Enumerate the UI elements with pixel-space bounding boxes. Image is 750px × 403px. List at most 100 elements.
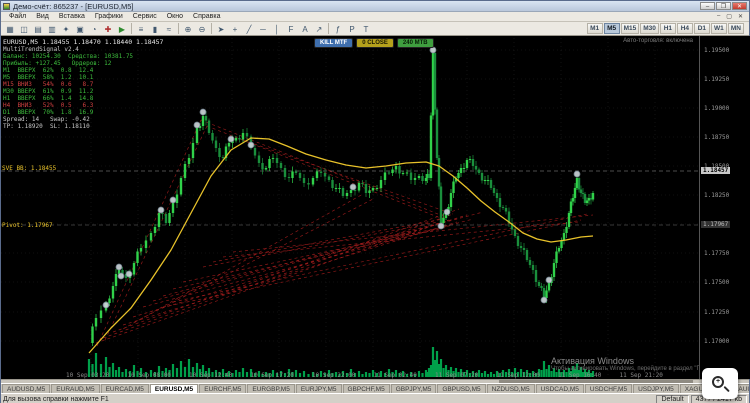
timeframe-m30[interactable]: M30	[640, 23, 659, 34]
candle-body	[91, 326, 94, 343]
ea-info-line-6: M30 ВВЕРХ 61% 0.9 11.2	[3, 88, 94, 95]
candles-chart-icon[interactable]: ▮	[148, 23, 162, 35]
timeframe-h1[interactable]: H1	[659, 23, 676, 34]
candle-body	[338, 188, 341, 189]
timeframe-m5[interactable]: M5	[603, 23, 620, 34]
fibo-icon[interactable]: F	[284, 23, 298, 35]
bars-chart-icon[interactable]: ≡	[134, 23, 148, 35]
candle-body	[195, 128, 199, 143]
chart-tab-7[interactable]: GBPCHF,M5	[342, 384, 390, 393]
close-button[interactable]: ✕	[732, 2, 747, 10]
candle-body	[483, 180, 487, 181]
status-bar: Для вызова справки нажмите F1 Default 43…	[1, 393, 749, 403]
candle-body	[364, 184, 368, 193]
window-controls: – ❐ ✕	[700, 2, 747, 10]
minimize-button[interactable]: –	[700, 2, 715, 10]
chart-tab-11[interactable]: USDCAD,M5	[535, 384, 584, 393]
chart-tab-2[interactable]: EURCAD,M5	[100, 384, 149, 393]
ea-info-line-9: D1 ВВЕРХ 70% 1.8 16.9	[3, 109, 94, 116]
periods-icon[interactable]: P	[345, 23, 359, 35]
candle-body	[315, 171, 319, 178]
toolbar-icons: ▦ ◫ ▤ ▥ ✦ ▣ ◔ ✚ ▶ ≡ ▮ ≈ ⊕ ⊖ ➤ + ╱ ─ │ F A ↗ ƒ P T	[3, 23, 373, 35]
terminal-icon[interactable]: ▣	[73, 23, 87, 35]
chart-tab-3[interactable]: EURUSD,M5	[149, 384, 199, 393]
navigator-icon[interactable]: ✦	[59, 23, 73, 35]
candle-body	[298, 173, 302, 178]
menu-item-3[interactable]: Графики	[90, 13, 128, 20]
candle-body	[201, 116, 205, 126]
timeframe-d1[interactable]: D1	[693, 23, 710, 34]
hline-icon[interactable]: ─	[256, 23, 270, 35]
price-tick-7: 1.17750	[704, 249, 730, 257]
timeframe-mn[interactable]: MN	[727, 23, 744, 34]
menu-item-4[interactable]: Сервис	[128, 13, 162, 20]
time-label-1: 10 Sep 08:00	[127, 372, 171, 379]
horizontal-scrollbar[interactable]	[1, 379, 749, 383]
chart-tab-6[interactable]: EURJPY,M5	[295, 384, 342, 393]
arrow-icon[interactable]: ↗	[312, 23, 326, 35]
candle-body	[311, 178, 315, 185]
ea-button-2[interactable]: 240 MTB	[396, 38, 434, 48]
magnifier-overlay-icon[interactable]: +	[702, 368, 738, 399]
menu-item-6[interactable]: Справка	[188, 13, 225, 20]
market-watch-icon[interactable]: ▤	[31, 23, 45, 35]
ea-button-0[interactable]: KILL MTF	[314, 38, 354, 48]
indicators-icon[interactable]: ƒ	[331, 23, 345, 35]
candle-body	[245, 133, 249, 137]
maximize-button[interactable]: ❐	[716, 2, 731, 10]
line-chart-icon[interactable]: ≈	[162, 23, 176, 35]
chart-tab-12[interactable]: USDCHF,M5	[584, 384, 633, 393]
candle-body	[522, 248, 526, 250]
chart-tab-9[interactable]: GBPUSD,M5	[437, 384, 486, 393]
templates-icon[interactable]: T	[359, 23, 373, 35]
menu-item-1[interactable]: Вид	[31, 13, 54, 20]
ea-info-line-11: TP: 1.18920 SL: 1.18110	[3, 123, 90, 130]
menu-item-2[interactable]: Вставка	[54, 13, 90, 20]
candle-body	[157, 213, 161, 227]
current-price-label: 1.18457	[701, 167, 731, 174]
text-label-icon[interactable]: A	[298, 23, 312, 35]
chart-window-control-0[interactable]: –	[714, 13, 723, 20]
timeframe-m15[interactable]: M15	[620, 23, 640, 34]
price-tick-8: 1.17500	[704, 278, 730, 286]
chart-tab-8[interactable]: GBPJPY,M5	[390, 384, 437, 393]
candle-body	[349, 190, 353, 193]
data-window-icon[interactable]: ▥	[45, 23, 59, 35]
crosshair-icon[interactable]: +	[228, 23, 242, 35]
chart-tab-4[interactable]: EURCHF,M5	[199, 384, 247, 393]
price-scale[interactable]: 1.19500 1.19250 1.19000 1.18750 1.18500 1.182…	[699, 36, 750, 379]
profiles-icon[interactable]: ◫	[17, 23, 31, 35]
ea-info-line-8: H4 ВНИЗ 52% 0.5 6.3	[3, 102, 94, 109]
chart-tab-5[interactable]: EURGBP,M5	[247, 384, 295, 393]
chart-tab-10[interactable]: NZDUSD,M5	[486, 384, 535, 393]
chart-area[interactable]: EURUSD,M5 1.18455 1.18470 1.18440 1.1845…	[1, 36, 750, 379]
new-chart-icon[interactable]: ▦	[3, 23, 17, 35]
strategy-tester-icon[interactable]: ◔	[87, 23, 101, 35]
vline-icon[interactable]: │	[270, 23, 284, 35]
trendline-icon[interactable]: ╱	[242, 23, 256, 35]
signal-marker	[193, 121, 201, 129]
candle-body	[271, 158, 275, 159]
ea-button-1[interactable]: 0 CLOSE	[356, 38, 394, 48]
scrollbar-thumb[interactable]	[499, 380, 693, 383]
zoom-out-icon[interactable]: ⊖	[195, 23, 209, 35]
candle-body	[577, 178, 581, 190]
zoom-in-icon[interactable]: ⊕	[181, 23, 195, 35]
new-order-icon[interactable]: ✚	[101, 23, 115, 35]
chart-tab-13[interactable]: USDJPY,M5	[633, 384, 679, 393]
chart-tab-0[interactable]: AUDUSD,M5	[2, 384, 51, 393]
status-profile[interactable]: Default	[656, 394, 689, 403]
candle-body	[435, 109, 439, 158]
trendline	[152, 211, 484, 302]
autotrading-icon[interactable]: ▶	[115, 23, 129, 35]
cursor-icon[interactable]: ➤	[214, 23, 228, 35]
timeframe-w1[interactable]: W1	[710, 23, 727, 34]
candle-body	[241, 133, 245, 140]
menu-item-5[interactable]: Окно	[162, 13, 188, 20]
timeframe-m1[interactable]: M1	[586, 23, 603, 34]
chart-window-control-1[interactable]: ▢	[723, 13, 735, 20]
timeframe-h4[interactable]: H4	[676, 23, 693, 34]
menu-item-0[interactable]: Файл	[4, 13, 31, 20]
chart-window-control-2[interactable]: ✕	[735, 13, 746, 20]
chart-tab-1[interactable]: EURAUD,M5	[51, 384, 100, 393]
